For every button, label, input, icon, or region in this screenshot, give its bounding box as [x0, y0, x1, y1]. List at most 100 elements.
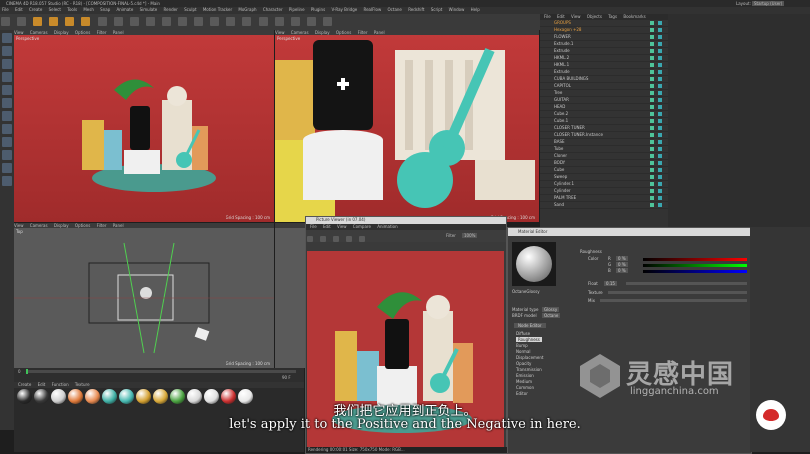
undo-icon[interactable] — [1, 17, 10, 26]
render-pv-icon[interactable] — [178, 17, 188, 26]
tag-icon[interactable] — [650, 182, 654, 186]
material-tag-icon[interactable] — [658, 175, 662, 179]
tag-icon[interactable] — [650, 91, 654, 95]
channel-normal[interactable]: Normal — [516, 349, 530, 354]
tag-icon[interactable] — [650, 119, 654, 123]
material-tag-icon[interactable] — [658, 133, 662, 137]
tag-icon[interactable] — [650, 28, 654, 32]
object-row[interactable]: Sweep — [540, 174, 668, 181]
object-row[interactable]: BASE — [540, 139, 668, 146]
menu-simulate[interactable]: Simulate — [140, 7, 158, 12]
viewport-front[interactable] — [275, 223, 305, 368]
tag-icon[interactable] — [650, 21, 654, 25]
tag-icon[interactable] — [650, 203, 654, 207]
tag-icon[interactable] — [650, 126, 654, 130]
menu-vray[interactable]: V-Ray Bridge — [331, 7, 357, 12]
texture-mode-icon[interactable] — [2, 59, 12, 69]
rgb-g-value[interactable]: 0 % — [616, 262, 628, 267]
polygons-mode-icon[interactable] — [2, 111, 12, 121]
pen-icon[interactable] — [226, 17, 236, 26]
pv-menu-edit[interactable]: Edit — [323, 224, 331, 229]
cloner-icon[interactable] — [258, 17, 268, 26]
object-row[interactable]: FLOWER — [540, 34, 668, 41]
material-tag-icon[interactable] — [658, 140, 662, 144]
object-row[interactable]: CLOSER TUNER.Instance — [540, 132, 668, 139]
material-tag-icon[interactable] — [658, 203, 662, 207]
menu-file[interactable]: File — [2, 7, 9, 12]
playhead[interactable] — [26, 369, 28, 374]
lock-workplane-icon[interactable] — [2, 150, 12, 160]
material-tag-icon[interactable] — [658, 189, 662, 193]
object-row[interactable]: Cube.2 — [540, 111, 668, 118]
material-tag-icon[interactable] — [658, 196, 662, 200]
solo-icon[interactable] — [2, 176, 12, 186]
pv-menu-compare[interactable]: Compare — [353, 224, 371, 229]
menu-character[interactable]: Character — [263, 7, 283, 12]
menu-motion-tracker[interactable]: Motion Tracker — [203, 7, 232, 12]
tag-icon[interactable] — [650, 42, 654, 46]
channel-opacity[interactable]: Opacity — [516, 361, 531, 366]
material-tag-icon[interactable] — [658, 119, 662, 123]
timeline-track[interactable] — [26, 370, 296, 373]
menu-redshift[interactable]: Redshift — [408, 7, 424, 12]
tag-icon[interactable] — [650, 49, 654, 53]
deformer-icon[interactable] — [274, 17, 284, 26]
object-row[interactable]: PALM TREE — [540, 195, 668, 202]
viewport-perspective-2[interactable]: View Cameras Display Options Filter Pane… — [275, 30, 539, 222]
menu-select[interactable]: Select — [49, 7, 61, 12]
object-row[interactable]: Extrude — [540, 48, 668, 55]
object-row[interactable]: Extrude — [540, 69, 668, 76]
object-row[interactable]: BODY — [540, 160, 668, 167]
timeline[interactable]: 0 90 F — [14, 368, 304, 382]
object-row[interactable]: Extrude.1 — [540, 41, 668, 48]
render-icon[interactable] — [307, 236, 313, 242]
object-row[interactable]: Cube — [540, 167, 668, 174]
tag-icon[interactable] — [650, 175, 654, 179]
node-editor-button[interactable]: Node Editor — [514, 323, 546, 328]
float-value[interactable]: 0.15 — [604, 281, 617, 286]
menu-plugins[interactable]: Plugins — [311, 7, 325, 12]
tag-icon[interactable] — [650, 189, 654, 193]
material-tag-icon[interactable] — [658, 84, 662, 88]
save-icon[interactable] — [333, 236, 340, 242]
rgb-b-value[interactable]: 0 % — [616, 268, 628, 273]
material-name[interactable]: OctaneGlossy — [512, 289, 540, 294]
model-mode-icon[interactable] — [2, 46, 12, 56]
tag-icon[interactable] — [650, 70, 654, 74]
move-icon[interactable] — [49, 17, 59, 26]
menu-window[interactable]: Window — [449, 7, 465, 12]
mat-menu-create[interactable]: Create — [18, 382, 31, 387]
menu-script[interactable]: Script — [431, 7, 443, 12]
om-menu-view[interactable]: View — [571, 14, 581, 19]
menu-pipeline[interactable]: Pipeline — [289, 7, 305, 12]
tag-icon[interactable] — [650, 105, 654, 109]
tag-icon[interactable] — [650, 56, 654, 60]
menu-mograph[interactable]: MoGraph — [238, 7, 256, 12]
object-row[interactable]: GUITAR — [540, 97, 668, 104]
pv-menu-view[interactable]: View — [337, 224, 347, 229]
object-row[interactable]: HKML.2 — [540, 55, 668, 62]
channel-medium[interactable]: Medium — [516, 379, 532, 384]
red-slider[interactable] — [643, 258, 747, 261]
rotate-icon[interactable] — [81, 17, 91, 26]
material-tag-icon[interactable] — [658, 112, 662, 116]
menu-animate[interactable]: Animate — [117, 7, 134, 12]
channel-transmission[interactable]: Transmission — [516, 367, 542, 372]
material-tag-icon[interactable] — [658, 49, 662, 53]
om-menu-objects[interactable]: Objects — [587, 14, 602, 19]
material-tag-icon[interactable] — [658, 70, 662, 74]
float-slider[interactable] — [626, 282, 747, 285]
om-menu-edit[interactable]: Edit — [557, 14, 565, 19]
z-axis-icon[interactable] — [129, 17, 139, 26]
menu-octane[interactable]: Octane — [388, 7, 402, 12]
object-row[interactable]: Hexagon +28 — [540, 27, 668, 34]
material-tag-icon[interactable] — [658, 161, 662, 165]
brdf-select[interactable]: Octane — [542, 313, 561, 318]
object-row[interactable]: HKML.1 — [540, 62, 668, 69]
material-tag-icon[interactable] — [658, 28, 662, 32]
material-tag-icon[interactable] — [658, 154, 662, 158]
menu-tools[interactable]: Tools — [67, 7, 77, 12]
viewport-top[interactable]: View Cameras Display Options Filter Pane… — [14, 223, 274, 368]
cube-icon[interactable] — [210, 17, 220, 26]
om-menu-bookmarks[interactable]: Bookmarks — [623, 14, 645, 19]
